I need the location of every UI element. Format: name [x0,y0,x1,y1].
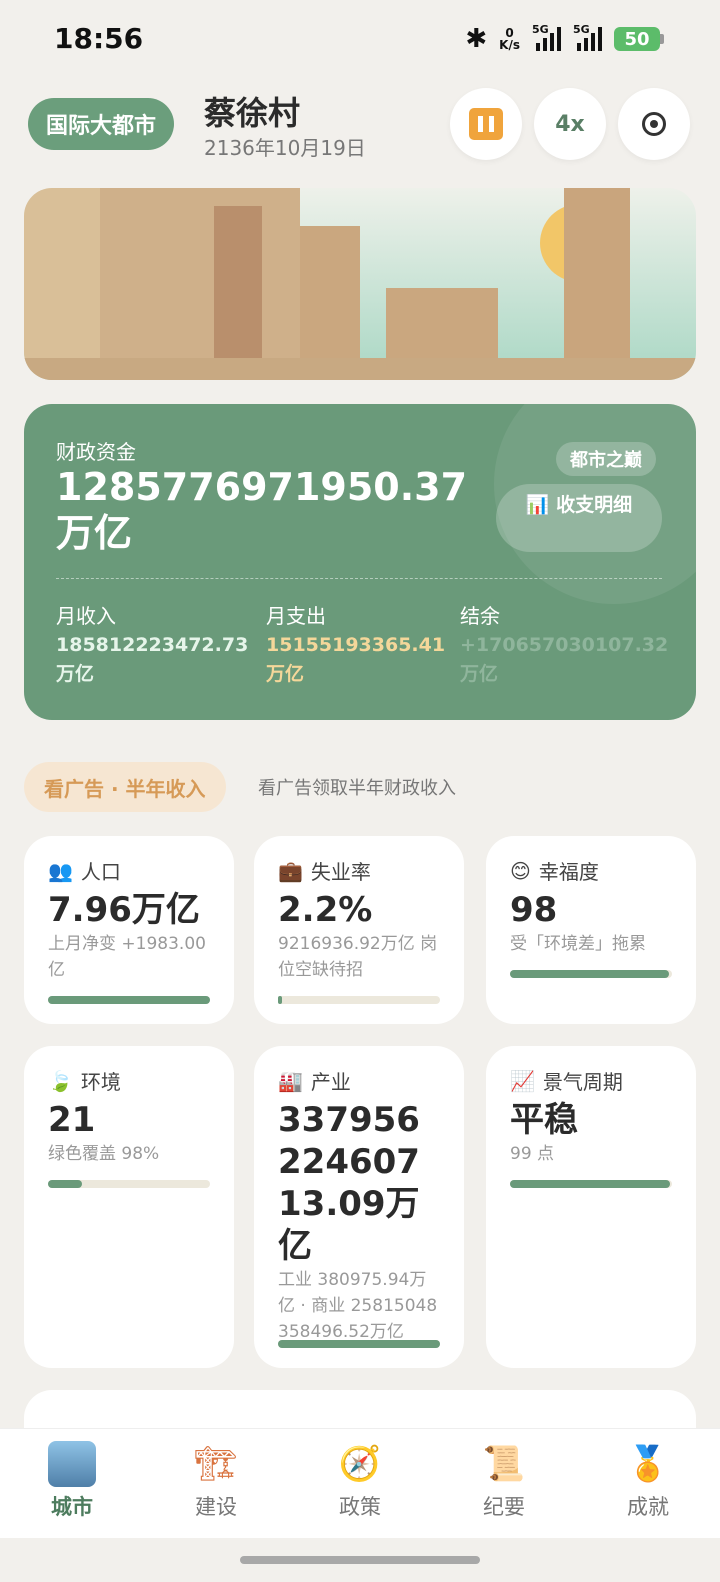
status-icons: ✱ 0 K/s 5G 5G 50 [465,23,664,54]
smile-icon: 😊 [510,858,531,883]
population-bar [48,996,210,1004]
nav-item-city[interactable]: 城市 [0,1429,144,1538]
nav-item-build[interactable]: 🏗 建设 [144,1429,288,1538]
people-icon: 👥 [48,858,73,883]
stat-card-unemployment[interactable]: 💼 失业率 2.2% 9216936.92万亿 岗位空缺待招 [254,836,464,1024]
stat-card-happiness[interactable]: 😊 幸福度 98 受「环境差」拖累 [486,836,696,1024]
city-name: 蔡徐村 [204,94,301,132]
leaf-icon: 🍃 [48,1068,73,1093]
monthly-income: 月收入 185812223472.73 万亿 [56,604,249,685]
watch-ad-button[interactable]: 看广告 · 半年收入 [24,762,226,812]
status-bar: 18:56 ✱ 0 K/s 5G 5G 50 [0,0,720,80]
unemployment-bar [278,996,440,1004]
crane-icon: 🏗 [194,1444,238,1484]
cycle-bar [510,1180,672,1188]
finance-card: 财政资金 1285776971950.37万亿 都市之巅 📊 收支明细 月收入 … [24,404,696,720]
compass-icon: 🧭 [338,1444,382,1484]
city-skyline-banner [24,188,696,380]
battery-icon: 50 [614,27,664,51]
stat-card-cycle[interactable]: 📈 景气周期 平稳 99 点 [486,1046,696,1368]
net-speed: 0 K/s [499,26,520,52]
gear-icon [642,112,666,136]
stat-card-industry[interactable]: 🏭 产业 33795622460713.09万亿 工业 380975.94万亿 ·… [254,1046,464,1368]
scroll-icon: 📜 [482,1444,526,1484]
peak-badge: 都市之巅 [556,442,656,476]
stat-card-population[interactable]: 👥 人口 7.96万亿 上月净变 +1983.00亿 [24,836,234,1024]
environment-bar [48,1180,210,1188]
settings-button[interactable] [618,88,690,160]
pause-icon [469,108,503,140]
nav-item-achievements[interactable]: 🏅 成就 [576,1429,720,1538]
pause-button[interactable] [450,88,522,160]
monthly-expense: 月支出 15155193365.41 万亿 [266,604,446,685]
happiness-bar [510,970,672,978]
status-time: 18:56 [54,22,144,55]
medal-icon: 🏅 [626,1444,670,1484]
trend-icon: 📈 [510,1068,535,1093]
signal-icon: 5G [532,23,561,51]
finance-detail-button[interactable]: 📊 收支明细 [496,484,662,552]
nav-item-policy[interactable]: 🧭 政策 [288,1429,432,1538]
bottom-nav: 城市 🏗 建设 🧭 政策 📜 纪要 🏅 成就 [0,1428,720,1538]
header: 国际大都市 蔡徐村 2136年10月19日 4x [0,86,720,162]
bluetooth-icon: ✱ [465,24,488,54]
nav-item-records[interactable]: 📜 纪要 [432,1429,576,1538]
stat-card-environment[interactable]: 🍃 环境 21 绿色覆盖 98% [24,1046,234,1368]
city-icon [48,1441,96,1487]
game-date: 2136年10月19日 [204,136,366,160]
finance-label: 财政资金 [56,440,136,464]
home-indicator[interactable] [240,1556,480,1564]
factory-icon: 🏭 [278,1068,303,1093]
finance-value: 1285776971950.37万亿 [56,465,468,555]
briefcase-icon: 💼 [278,858,303,883]
signal-icon: 5G [573,23,602,51]
industry-bar [278,1340,440,1348]
monthly-balance: 结余 +170657030107.32 万亿 [460,604,669,685]
ad-hint: 看广告领取半年财政收入 [258,778,456,799]
speed-button[interactable]: 4x [534,88,606,160]
city-level-badge: 国际大都市 [28,98,175,150]
